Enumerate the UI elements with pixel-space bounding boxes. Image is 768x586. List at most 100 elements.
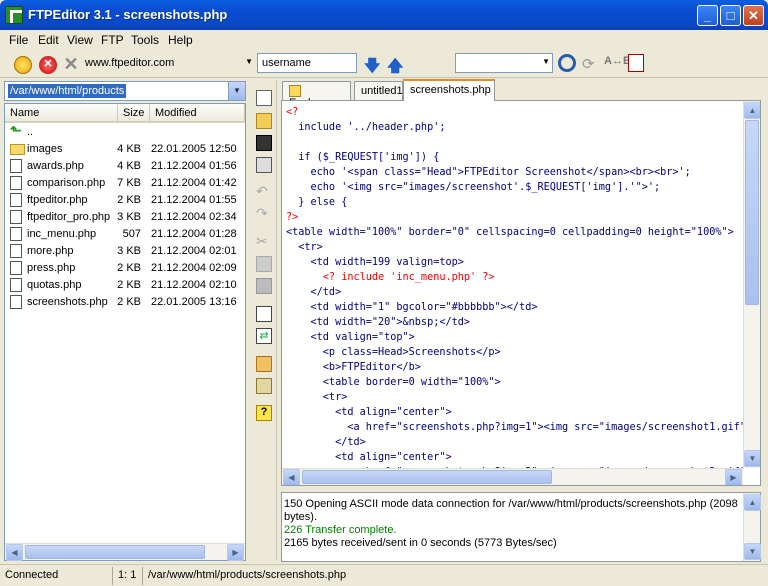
undo-icon[interactable]: ↶	[256, 183, 272, 199]
scroll-thumb[interactable]	[25, 545, 205, 559]
file-row[interactable]: ftpeditor.php 2 KB 21.12.2004 01:55	[5, 192, 245, 209]
scroll-right-button[interactable]: ▶	[725, 469, 742, 485]
code-line[interactable]: echo '<img src="images/screenshot'.$_REQ…	[286, 180, 744, 195]
find-icon[interactable]	[558, 54, 576, 72]
scroll-down-button[interactable]: ▼	[744, 450, 760, 467]
editor-hscrollbar[interactable]: ◀ ▶	[282, 468, 743, 485]
tab-explorer[interactable]: Explorer	[282, 81, 351, 109]
scroll-down-button[interactable]: ▼	[744, 543, 761, 560]
scroll-up-button[interactable]: ▲	[744, 102, 760, 119]
code-line[interactable]: ?>	[286, 210, 744, 225]
file-row[interactable]: comparison.php 7 KB 21.12.2004 01:42	[5, 175, 245, 192]
code-line[interactable]: </td>	[286, 435, 744, 450]
editor-vscrollbar[interactable]: ▲ ▼	[743, 101, 760, 468]
code-line[interactable]: <tr>	[286, 240, 744, 255]
menu-view[interactable]: View	[67, 33, 93, 47]
file-row[interactable]: screenshots.php 2 KB 22.01.2005 13:16	[5, 294, 245, 311]
code-content[interactable]: <? include '../header.php'; if ($_REQUES…	[286, 105, 744, 468]
replace-icon[interactable]: A↔B	[604, 55, 631, 67]
code-line[interactable]: <td width=199 valign=top>	[286, 255, 744, 270]
file-row-up[interactable]: ⬑ ..	[5, 122, 245, 141]
chevron-down-icon[interactable]: ▼	[228, 82, 245, 100]
code-line[interactable]: <a href="screenshots.php?img=1"><img src…	[286, 420, 744, 435]
maximize-button[interactable]: □	[720, 5, 741, 26]
open-folder-icon[interactable]	[256, 113, 272, 129]
column-size[interactable]: Size	[118, 104, 150, 123]
menu-file[interactable]: File	[9, 33, 28, 47]
code-line[interactable]: } else {	[286, 195, 744, 210]
document-icon[interactable]	[256, 306, 272, 322]
column-name[interactable]: Name	[5, 104, 118, 123]
file-list-hscrollbar[interactable]: ◀ ▶	[5, 543, 245, 561]
code-line[interactable]: include '../header.php';	[286, 120, 744, 135]
upload-arrow-icon[interactable]: 🡅	[387, 55, 403, 82]
file-row[interactable]: awards.php 4 KB 21.12.2004 01:56	[5, 158, 245, 175]
search-combo[interactable]: ▼	[455, 53, 553, 73]
code-line[interactable]: <b>FTPEditor</b>	[286, 360, 744, 375]
scroll-up-button[interactable]: ▲	[744, 494, 761, 511]
code-line[interactable]: <? include 'inc_menu.php' ?>	[286, 270, 744, 285]
menu-help[interactable]: Help	[168, 33, 193, 47]
minimize-button[interactable]: _	[697, 5, 718, 26]
code-line[interactable]: if ($_REQUEST['img']) {	[286, 150, 744, 165]
code-line[interactable]: <td align="center">	[286, 450, 744, 465]
host-combo[interactable]: www.ftpeditor.com ▼	[80, 53, 256, 73]
file-row[interactable]: inc_menu.php 507 21.12.2004 01:28	[5, 226, 245, 243]
swap-icon[interactable]: ⇄	[256, 328, 272, 344]
code-line[interactable]: <table border=0 width="100%">	[286, 375, 744, 390]
menu-edit[interactable]: Edit	[38, 33, 59, 47]
scroll-left-button[interactable]: ◀	[6, 544, 23, 561]
code-line[interactable]: <td valign="top">	[286, 330, 744, 345]
username-field[interactable]: username	[257, 53, 357, 73]
tools-icon[interactable]	[256, 378, 272, 394]
help-icon[interactable]: ?	[256, 405, 272, 421]
copy-icon[interactable]	[256, 256, 272, 272]
file-row[interactable]: quotas.php 2 KB 21.12.2004 02:10	[5, 277, 245, 294]
code-editor[interactable]: <? include '../header.php'; if ($_REQUES…	[281, 100, 761, 486]
code-line[interactable]: <td width="1" bgcolor="#bbbbbb"></td>	[286, 300, 744, 315]
print-preview-icon[interactable]	[628, 54, 644, 72]
file-icon	[10, 227, 22, 241]
code-line[interactable]	[286, 135, 744, 150]
menu-tools[interactable]: Tools	[131, 33, 159, 47]
close-button[interactable]: ✕	[743, 5, 764, 26]
column-modified[interactable]: Modified	[150, 104, 245, 123]
scroll-thumb[interactable]	[745, 120, 759, 305]
path-combo[interactable]: /var/www/html/products ▼	[4, 81, 246, 101]
log-panel[interactable]: 150 Opening ASCII mode data connection f…	[281, 492, 761, 562]
print-icon[interactable]	[256, 157, 272, 173]
find-next-icon[interactable]: ⟳	[582, 55, 595, 73]
code-line[interactable]: </td>	[286, 285, 744, 300]
save-icon[interactable]	[256, 135, 272, 151]
file-row[interactable]: images 4 KB 22.01.2005 12:50	[5, 141, 245, 158]
code-line[interactable]: <?	[286, 105, 744, 120]
code-line[interactable]: <p class=Head>Screenshots</p>	[286, 345, 744, 360]
menu-ftp[interactable]: FTP	[101, 33, 124, 47]
stop-icon[interactable]: ✕	[39, 56, 57, 74]
code-line[interactable]: <td align="center">	[286, 405, 744, 420]
code-line[interactable]: <tr>	[286, 390, 744, 405]
cut-icon[interactable]: ✂	[256, 233, 272, 249]
file-row[interactable]: press.php 2 KB 21.12.2004 02:09	[5, 260, 245, 277]
tab-untitled1[interactable]: untitled1	[354, 81, 403, 100]
code-line[interactable]: echo '<span class="Head">FTPEditor Scree…	[286, 165, 744, 180]
paste-icon[interactable]	[256, 278, 272, 294]
new-file-icon[interactable]	[256, 90, 272, 106]
disconnect-x-icon[interactable]: ✕	[62, 55, 80, 73]
log-vscrollbar[interactable]: ▲ ▼	[743, 493, 761, 561]
download-arrow-icon[interactable]: 🡇	[364, 55, 380, 82]
connect-smile-icon[interactable]	[14, 56, 32, 74]
chevron-down-icon[interactable]: ▼	[542, 57, 550, 66]
scroll-left-button[interactable]: ◀	[283, 469, 300, 485]
code-line[interactable]: <td width="20">&nbsp;</td>	[286, 315, 744, 330]
title-bar[interactable]: FTPEditor 3.1 - screenshots.php _ □ ✕	[0, 0, 768, 30]
redo-icon[interactable]: ↷	[256, 205, 272, 221]
settings-icon[interactable]	[256, 356, 272, 372]
file-row[interactable]: ftpeditor_pro.php 3 KB 21.12.2004 02:34	[5, 209, 245, 226]
tab-screenshots-php[interactable]: screenshots.php	[403, 79, 495, 101]
scroll-right-button[interactable]: ▶	[227, 544, 244, 561]
chevron-down-icon[interactable]: ▼	[245, 57, 253, 66]
scroll-thumb[interactable]	[302, 470, 552, 484]
file-row[interactable]: more.php 3 KB 21.12.2004 02:01	[5, 243, 245, 260]
code-line[interactable]: <table width="100%" border="0" cellspaci…	[286, 225, 744, 240]
